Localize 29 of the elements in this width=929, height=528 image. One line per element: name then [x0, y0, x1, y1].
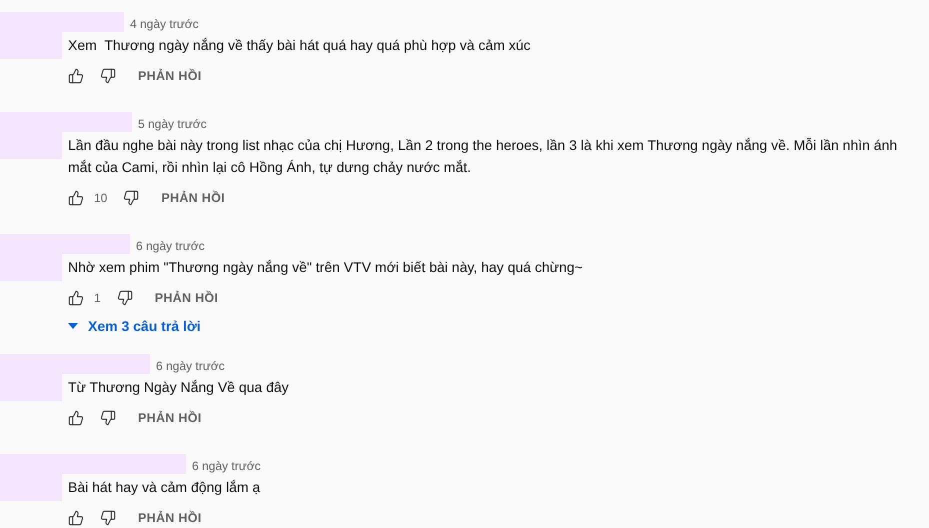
thumbs-up-icon[interactable] [68, 290, 84, 306]
comment-text: Bài hát hay và cảm động lắm ạ [68, 478, 262, 497]
caret-icon [68, 323, 78, 329]
reply-button[interactable]: PHẢN HỒI [132, 507, 208, 528]
thumbs-down-icon[interactable] [116, 290, 133, 306]
thumbs-down-icon[interactable] [100, 68, 116, 84]
thumbs-down-icon[interactable] [100, 510, 116, 526]
comment-text: Xem Thương ngày nắng về thấy bài hát quá hay quá phù hợp và cảm xúc [68, 36, 532, 55]
comment-time: 6 ngày trước [136, 238, 205, 254]
like-count: 10 [94, 191, 108, 205]
comment-text: Nhờ xem phim "Thương ngày nắng về" trên VTV mới biết bài này, hay quá chừng~ [68, 258, 584, 277]
comment-time: 4 ngày trước [130, 16, 199, 32]
thumbs-down-icon[interactable] [100, 410, 116, 426]
thumbs-up-icon[interactable] [68, 190, 84, 206]
view-replies-button[interactable]: Xem 3 câu trả lời [68, 316, 201, 336]
comment-text: Từ Thương Ngày Nắng Về qua đây [68, 378, 290, 397]
reply-button[interactable]: PHẢN HỒI [155, 187, 231, 209]
comment-text: Lần đầu nghe bài này trong list nhạc của chị Hương, Lần 2 trong the heroes, lần 3 là khi xem Thương ngày nắng về. Mỗi lần nhìn ánh mắt của Cami, rồi nhìn lại cô Hồng Ánh, tự dưng chảy nước mắt. [68, 136, 898, 177]
comment-time: 6 ngày trước [156, 358, 225, 374]
reply-button[interactable]: PHẢN HỒI [132, 65, 208, 87]
thumbs-down-icon[interactable] [123, 190, 140, 206]
reply-button[interactable]: PHẢN HỒI [148, 287, 224, 309]
comment-time: 5 ngày trước [138, 116, 207, 132]
reply-button[interactable]: PHẢN HỒI [132, 407, 208, 429]
thumbs-up-icon[interactable] [68, 410, 84, 426]
thumbs-up-icon[interactable] [68, 68, 84, 84]
like-count: 1 [94, 291, 101, 305]
comment-time: 6 ngày trước [192, 458, 261, 474]
thumbs-up-icon[interactable] [68, 510, 84, 526]
